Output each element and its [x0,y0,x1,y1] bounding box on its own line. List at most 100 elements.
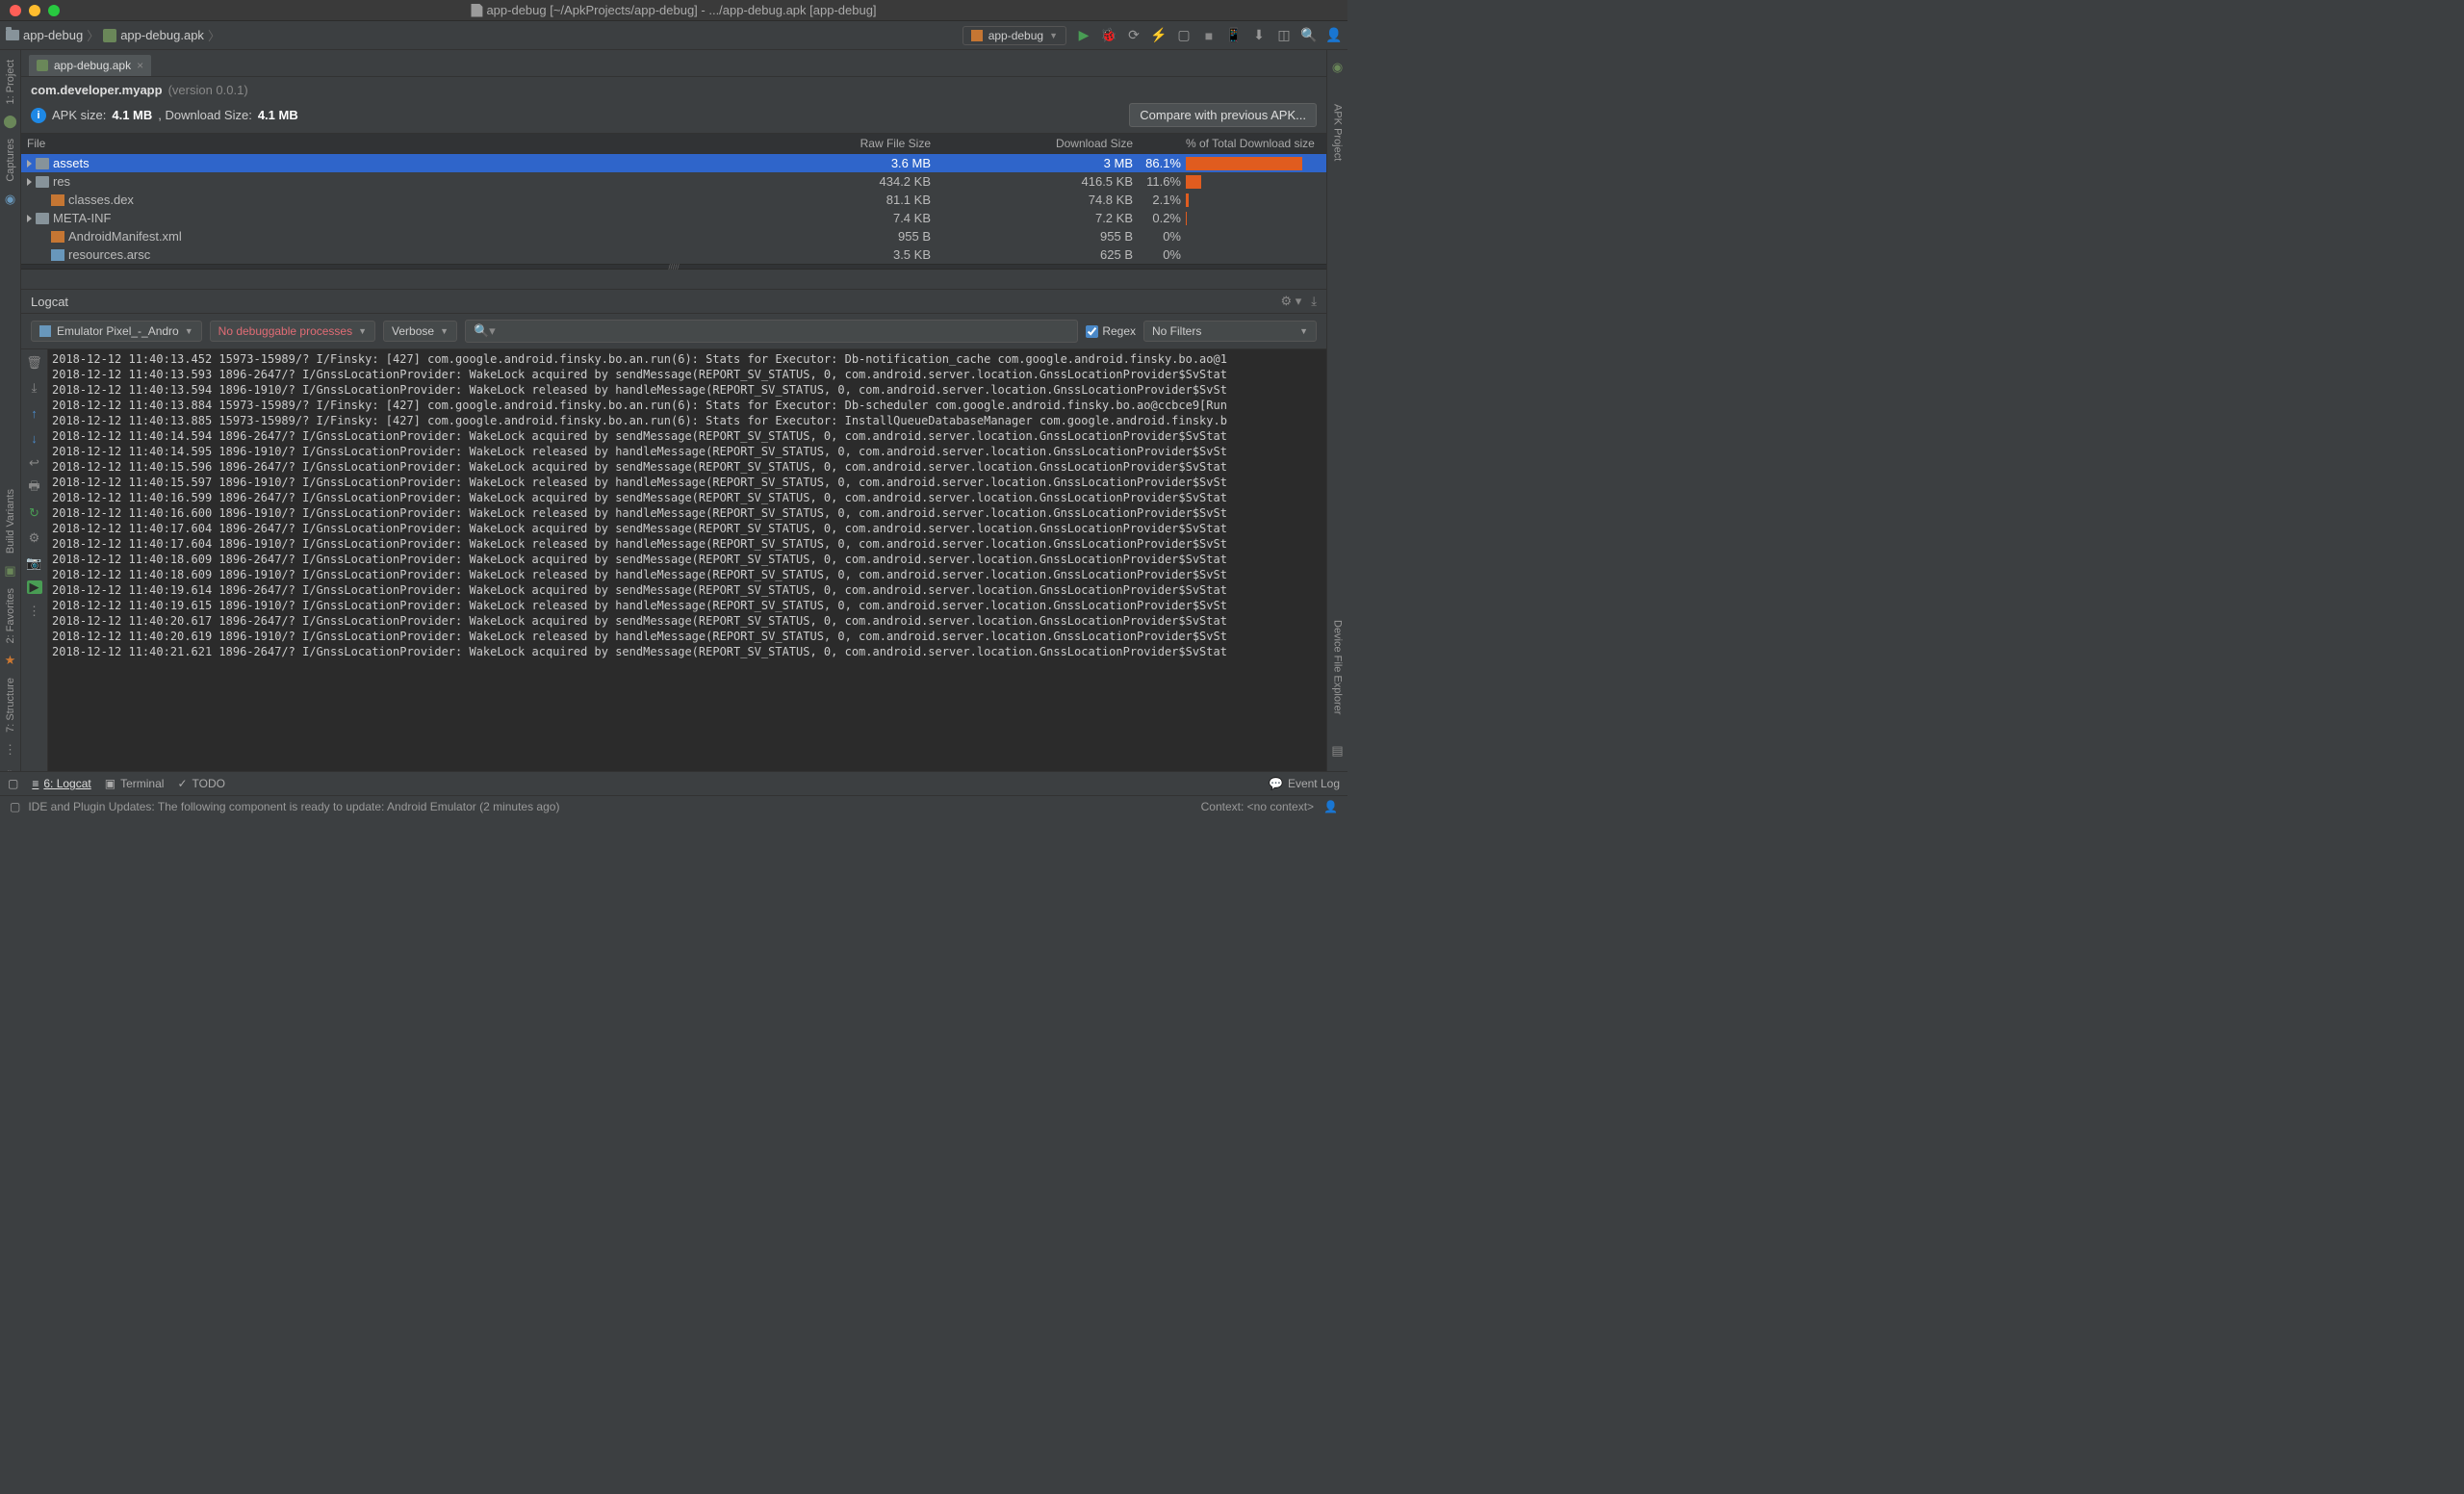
tool-window-menu-icon[interactable]: ▢ [8,777,18,790]
debug-button[interactable]: 🐞 [1101,28,1116,43]
window-title: app-debug [~/ApkProjects/app-debug] - ..… [486,3,876,17]
logcat-title: Logcat [31,295,68,309]
filter-dropdown[interactable]: No Filters ▼ [1143,321,1317,342]
tab-logcat[interactable]: ≡6: Logcat [32,777,90,790]
status-context[interactable]: Context: <no context> [1201,800,1314,813]
device-dropdown[interactable]: Emulator Pixel_-_Andro ▼ [31,321,202,342]
restart-icon[interactable]: ↻ [27,505,42,521]
tab-todo[interactable]: ✓TODO [177,777,225,790]
capture-icon: ◉ [5,192,15,207]
breadcrumb-file[interactable]: app-debug.apk [120,28,204,42]
logcat-panel-header: Logcat ⚙ ▾ ⤓ [21,289,1326,314]
compare-apk-button[interactable]: Compare with previous APK... [1129,103,1317,127]
apk-icon [37,60,48,71]
chevron-down-icon: ▼ [185,326,193,336]
user-icon[interactable]: 👤 [1326,28,1342,43]
close-tab-icon[interactable]: × [137,59,143,72]
table-row[interactable]: classes.dex81.1 KB74.8 KB2.1% [21,191,1326,209]
sidebar-project[interactable]: 1: Project [5,60,16,104]
breadcrumb-project[interactable]: app-debug [23,28,83,42]
folder-icon [36,158,49,169]
file-name: assets [53,156,90,170]
table-row[interactable]: META-INF7.4 KB7.2 KB0.2% [21,209,1326,227]
device-icon [39,325,51,337]
build-icon: ▣ [4,563,15,579]
raw-size: 955 B [719,229,931,244]
avd-manager-button[interactable]: 📱 [1226,28,1242,43]
expand-icon[interactable] [27,215,32,222]
sidebar-device-file-explorer[interactable]: Device File Explorer [1332,620,1344,714]
attach-debugger-button[interactable]: ⚡ [1151,28,1167,43]
traffic-maximize[interactable] [48,5,60,16]
camera-icon[interactable]: 📷 [27,555,42,571]
sidebar-apk-project[interactable]: APK Project [1332,104,1344,161]
tab-terminal[interactable]: ▣Terminal [105,777,165,790]
col-header-raw[interactable]: Raw File Size [719,137,931,150]
wrap-icon[interactable]: ↩ [27,455,42,471]
download-icon[interactable]: ⤓ [1311,294,1317,309]
status-message[interactable]: IDE and Plugin Updates: The following co… [28,800,559,813]
android-icon [971,30,983,41]
more-icon[interactable]: ⋮ [27,604,42,619]
print-icon[interactable]: 🖶 [27,480,42,496]
sidebar-structure[interactable]: 7: Structure [5,678,16,733]
table-row[interactable]: res434.2 KB416.5 KB11.6% [21,172,1326,191]
table-row[interactable]: resources.arsc3.5 KB625 B0% [21,245,1326,264]
record-icon[interactable]: ▶ [27,580,42,594]
process-dropdown[interactable]: No debuggable processes ▼ [210,321,375,342]
run-config-dropdown[interactable]: app-debug ▼ [962,26,1066,45]
col-header-file[interactable]: File [27,137,719,150]
sdk-manager-button[interactable]: ⬇ [1251,28,1267,43]
expand-icon[interactable] [27,178,32,186]
down-arrow-icon[interactable]: ↓ [27,430,42,446]
regex-checkbox[interactable]: Regex [1086,324,1136,338]
file-name: classes.dex [68,193,134,207]
status-icon[interactable]: ▢ [10,800,20,813]
status-bar: ▢ IDE and Plugin Updates: The following … [0,795,1348,817]
chevron-down-icon: ▼ [358,326,367,336]
traffic-close[interactable] [10,5,21,16]
expand-icon[interactable] [27,160,32,167]
col-header-download[interactable]: Download Size [931,137,1133,150]
log-search-input[interactable]: 🔍▾ [465,320,1078,343]
percent: 11.6% [1133,174,1186,189]
scroll-end-icon[interactable]: ⤓ [27,380,42,396]
editor-tab[interactable]: app-debug.apk × [29,55,151,76]
trash-icon[interactable]: 🗑 [27,355,42,371]
search-icon: 🔍▾ [474,323,496,339]
table-row[interactable]: AndroidManifest.xml955 B955 B0% [21,227,1326,245]
bottom-tool-tabs: ▢ ≡6: Logcat ▣Terminal ✓TODO 💬Event Log [0,771,1348,795]
hector-icon[interactable]: 👤 [1323,800,1338,813]
right-tool-strip: ◉ APK Project Device File Explorer ▤ [1326,50,1348,793]
document-icon [471,4,482,17]
download-size: 955 B [931,229,1133,244]
apply-changes-button[interactable]: ▢ [1176,28,1192,43]
up-arrow-icon[interactable]: ↑ [27,405,42,421]
logcat-output[interactable]: 2018-12-12 11:40:13.452 15973-15989/? I/… [48,349,1326,771]
sidebar-build-variants[interactable]: Build Variants [5,489,16,554]
file-name: META-INF [53,211,111,225]
run-button[interactable]: ▶ [1076,28,1091,43]
breadcrumb-separator: 〉 [87,26,99,44]
sidebar-favorites[interactable]: 2: Favorites [5,588,16,643]
settings-icon[interactable]: ⚙ [27,530,42,546]
gear-icon[interactable]: ⚙ ▾ [1280,294,1301,309]
log-level-dropdown[interactable]: Verbose ▼ [383,321,457,342]
xml-icon [51,231,64,243]
raw-size: 7.4 KB [719,211,931,225]
col-header-pct [1133,137,1186,150]
traffic-minimize[interactable] [29,5,40,16]
layout-inspector-button[interactable]: ◫ [1276,28,1292,43]
raw-size: 3.6 MB [719,156,931,170]
left-tool-strip: 1: Project ⬤ Captures ◉ Build Variants ▣… [0,50,21,793]
table-row[interactable]: assets3.6 MB3 MB86.1% [21,154,1326,172]
chevron-down-icon: ▼ [440,326,449,336]
col-header-pct-label[interactable]: % of Total Download size [1186,137,1321,150]
sidebar-captures[interactable]: Captures [5,139,16,182]
download-size: 416.5 KB [931,174,1133,189]
profile-button[interactable]: ⟳ [1126,28,1142,43]
tab-event-log[interactable]: 💬Event Log [1269,777,1340,790]
stop-button[interactable]: ■ [1201,28,1217,43]
search-button[interactable]: 🔍 [1301,28,1317,43]
explorer-icon: ▤ [1331,743,1343,759]
